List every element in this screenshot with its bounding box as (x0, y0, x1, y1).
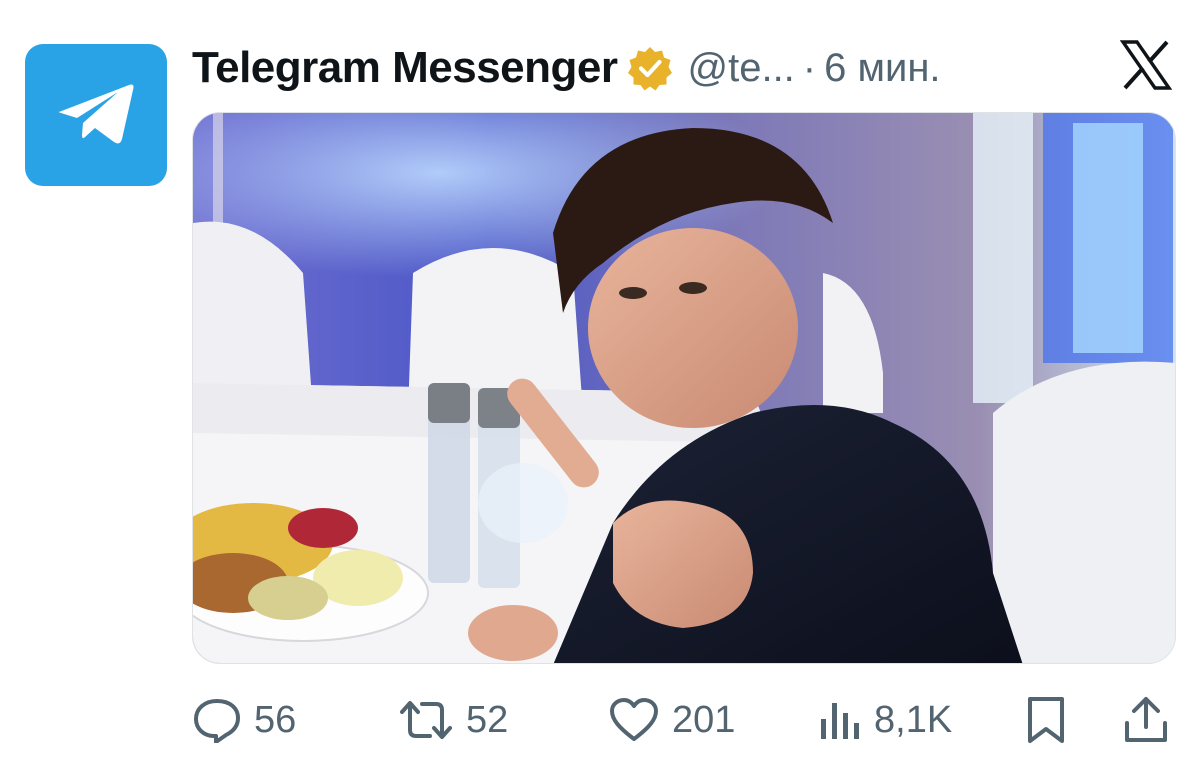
avatar[interactable] (25, 44, 167, 186)
views-count: 8,1K (874, 698, 953, 741)
x-logo-icon[interactable] (1120, 40, 1172, 90)
tweet-action-bar: 56 52 201 8,1K (0, 690, 1202, 750)
heart-icon (610, 698, 658, 741)
share-upload-icon (1125, 697, 1167, 742)
photo-illustration (193, 113, 1175, 663)
tweet-card: Telegram Messenger @te... · 6 мин. 56 52… (0, 0, 1202, 766)
views-chart-icon (821, 703, 859, 739)
like-count: 201 (672, 698, 736, 741)
retweet-button[interactable]: 52 (398, 690, 508, 750)
retweet-count: 52 (466, 698, 509, 741)
views-button[interactable]: 8,1K (818, 690, 952, 750)
bookmark-icon (1028, 697, 1064, 743)
tweet-header: Telegram Messenger @te... · 6 мин. (192, 38, 941, 98)
share-button[interactable] (1122, 690, 1170, 750)
separator-dot: · (802, 45, 817, 90)
retweet-icon (400, 701, 452, 739)
reply-count: 56 (254, 698, 297, 741)
reply-bubble-icon (194, 699, 240, 743)
tweet-media-photo[interactable] (192, 112, 1176, 664)
author-display-name[interactable]: Telegram Messenger (192, 43, 618, 93)
verified-badge-icon[interactable] (627, 45, 673, 91)
author-handle[interactable]: @te... (687, 46, 794, 91)
like-button[interactable]: 201 (608, 690, 735, 750)
telegram-paper-plane-icon (57, 84, 134, 144)
tweet-timestamp[interactable]: 6 мин. (824, 46, 940, 91)
bookmark-button[interactable] (1024, 690, 1068, 750)
reply-button[interactable]: 56 (192, 690, 296, 750)
